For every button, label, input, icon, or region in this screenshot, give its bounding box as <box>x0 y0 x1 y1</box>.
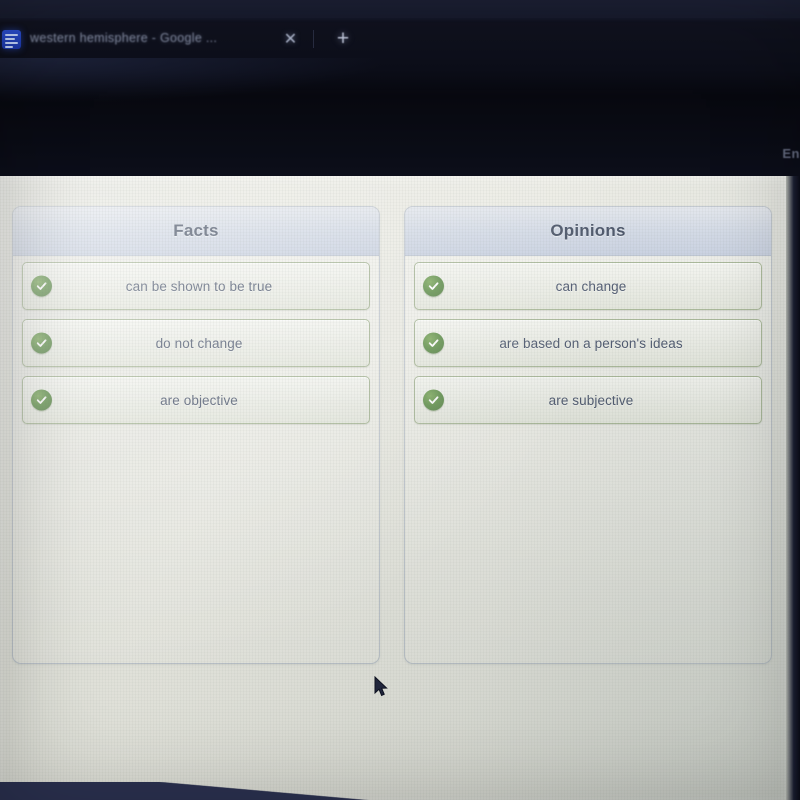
list-item-label: can be shown to be true <box>125 278 273 294</box>
column-opinions: Opinions can change are based on a perso… <box>404 206 772 664</box>
column-facts-items: can be shown to be true do not change ar… <box>13 256 379 424</box>
column-facts-title: Facts <box>173 221 219 240</box>
column-facts: Facts can be shown to be true do not cha… <box>12 206 380 664</box>
check-circle-icon <box>423 275 444 297</box>
list-item[interactable]: are based on a person's ideas <box>414 319 762 367</box>
check-circle-icon <box>31 275 52 297</box>
column-facts-header: Facts <box>13 207 379 256</box>
sorting-activity: Facts can be shown to be true do not cha… <box>12 206 772 664</box>
column-opinions-items: can change are based on a person's ideas <box>405 256 771 424</box>
new-tab-button[interactable]: + <box>332 28 354 50</box>
list-item-label: do not change <box>155 335 243 351</box>
edge-cutoff-label: En <box>782 146 800 161</box>
tab-title[interactable]: western hemisphere - Google ... <box>30 31 262 45</box>
column-opinions-title: Opinions <box>550 221 626 240</box>
list-item-label: are objective <box>160 392 238 408</box>
list-item[interactable]: can change <box>414 262 762 310</box>
check-circle-icon <box>423 332 444 354</box>
screen-photo: western hemisphere - Google ... ✕ + En F… <box>0 0 800 800</box>
list-item-label: can change <box>555 278 627 294</box>
column-opinions-header: Opinions <box>405 207 771 256</box>
document-lines-favicon <box>2 30 21 49</box>
list-item[interactable]: are objective <box>22 376 370 424</box>
tab-divider <box>313 30 314 48</box>
list-item[interactable]: are subjective <box>414 376 762 424</box>
list-item-label: are based on a person's ideas <box>499 335 683 351</box>
check-circle-icon <box>423 389 444 411</box>
browser-chrome: western hemisphere - Google ... ✕ + En <box>0 0 800 176</box>
tab-strip: western hemisphere - Google ... ✕ + <box>0 22 800 64</box>
close-icon[interactable]: ✕ <box>281 30 300 49</box>
page-content: Facts can be shown to be true do not cha… <box>0 176 786 800</box>
list-item-label: are subjective <box>548 392 634 408</box>
screen-bezel-right <box>786 176 800 800</box>
check-circle-icon <box>31 332 52 354</box>
list-item[interactable]: do not change <box>22 319 370 367</box>
list-item[interactable]: can be shown to be true <box>22 262 370 310</box>
check-circle-icon <box>31 389 52 411</box>
window-title-bar <box>0 0 800 18</box>
screen-glare <box>0 58 380 102</box>
